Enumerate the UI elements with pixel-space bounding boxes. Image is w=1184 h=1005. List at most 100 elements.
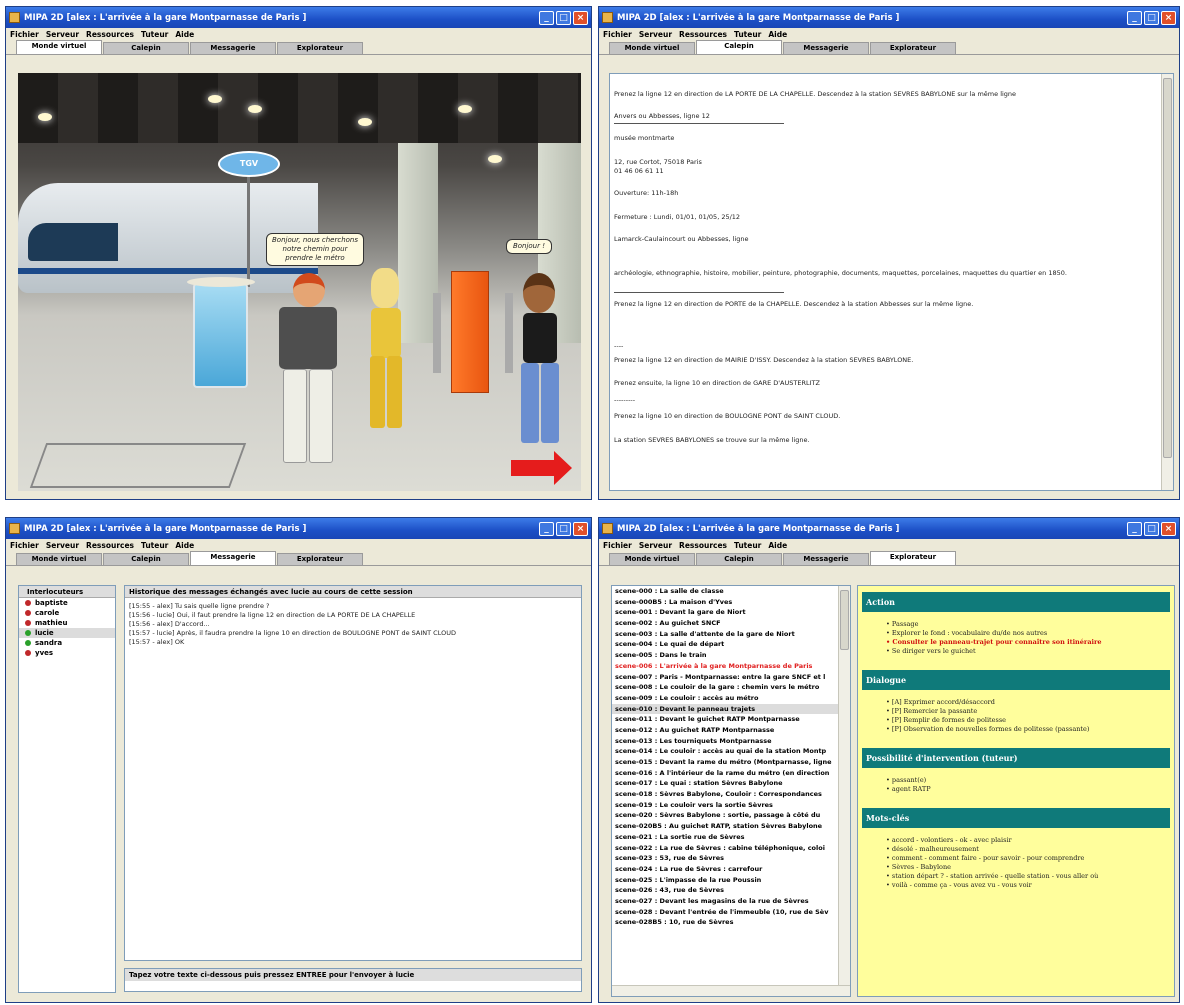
scene-list-item[interactable]: scene-012 : Au guichet RATP Montparnasse <box>612 725 838 736</box>
tab-monde-virtuel[interactable]: Monde virtuel <box>16 40 102 54</box>
notebook-line: Fermeture : Lundi, 01/01, 01/05, 25/12 <box>614 213 741 221</box>
tab-messagerie[interactable]: Messagerie <box>190 551 276 565</box>
horizontal-scrollbar[interactable] <box>612 985 850 996</box>
scene-list-item[interactable]: scene-020 : Sèvres Babylone : sortie, pa… <box>612 810 838 821</box>
maximize-button[interactable]: □ <box>1144 10 1159 25</box>
scene-list-item[interactable]: scene-025 : L'impasse de la rue Poussin <box>612 875 838 886</box>
scene-list-item[interactable]: scene-009 : Le couloir : accès au métro <box>612 693 838 704</box>
scene-list-item[interactable]: scene-020B5 : Au guichet RATP, station S… <box>612 821 838 832</box>
tab-monde-virtuel[interactable]: Monde virtuel <box>609 42 695 54</box>
interlocutor-item[interactable]: mathieu <box>19 618 115 628</box>
virtual-world-scene[interactable]: TGV Bonjour, nous cherchons notre chemin… <box>18 73 581 491</box>
close-button[interactable]: × <box>1161 10 1176 25</box>
scene-list-item[interactable]: scene-028 : Devant l'entrée de l'immeubl… <box>612 907 838 918</box>
tab-monde-virtuel[interactable]: Monde virtuel <box>609 553 695 565</box>
scene-list-item[interactable]: scene-000B5 : La maison d'Yves <box>612 597 838 608</box>
menu-fichier[interactable]: Fichier <box>603 30 632 39</box>
minimize-button[interactable]: _ <box>539 521 554 536</box>
menu-ressources[interactable]: Ressources <box>86 30 134 39</box>
maximize-button[interactable]: □ <box>1144 521 1159 536</box>
menu-serveur[interactable]: Serveur <box>46 30 79 39</box>
notebook-line: --------- <box>614 396 636 404</box>
vertical-scrollbar[interactable] <box>838 586 850 996</box>
interlocutor-item[interactable]: sandra <box>19 638 115 648</box>
menu-aide[interactable]: Aide <box>175 541 194 550</box>
notebook-textarea[interactable]: Prenez la ligne 12 en direction de LA PO… <box>609 73 1174 491</box>
menu-tuteur[interactable]: Tuteur <box>141 541 168 550</box>
menu-tuteur[interactable]: Tuteur <box>734 541 761 550</box>
interlocutor-item[interactable]: yves <box>19 648 115 658</box>
scene-list-item[interactable]: scene-023 : 53, rue de Sèvres <box>612 853 838 864</box>
menu-tuteur[interactable]: Tuteur <box>734 30 761 39</box>
avatar-blonde-girl[interactable] <box>363 268 408 433</box>
scene-list-item[interactable]: scene-005 : Dans le train <box>612 650 838 661</box>
scene-list-item[interactable]: scene-028B5 : 10, rue de Sèvres <box>612 917 838 928</box>
menu-ressources[interactable]: Ressources <box>679 30 727 39</box>
close-button[interactable]: × <box>573 521 588 536</box>
scene-list-item[interactable]: scene-013 : Les tourniquets Montparnasse <box>612 736 838 747</box>
menu-tuteur[interactable]: Tuteur <box>141 30 168 39</box>
menu-aide[interactable]: Aide <box>175 30 194 39</box>
menu-serveur[interactable]: Serveur <box>46 541 79 550</box>
scene-list-item[interactable]: scene-014 : Le couloir : accès au quai d… <box>612 746 838 757</box>
scene-list-item[interactable]: scene-016 : A l'intérieur de la rame du … <box>612 768 838 779</box>
scene-list-item-current[interactable]: scene-006 : L'arrivée à la gare Montparn… <box>612 661 838 672</box>
scene-list-item[interactable]: scene-001 : Devant la gare de Niort <box>612 607 838 618</box>
minimize-button[interactable]: _ <box>1127 521 1142 536</box>
interlocutor-item[interactable]: baptiste <box>19 598 115 608</box>
scene-list-item[interactable]: scene-004 : Le quai de départ <box>612 639 838 650</box>
scene-list-item[interactable]: scene-011 : Devant le guichet RATP Montp… <box>612 714 838 725</box>
scene-list-item[interactable]: scene-002 : Au guichet SNCF <box>612 618 838 629</box>
minimize-button[interactable]: _ <box>1127 10 1142 25</box>
menu-aide[interactable]: Aide <box>768 541 787 550</box>
scene-list-item[interactable]: scene-003 : La salle d'attente de la gar… <box>612 629 838 640</box>
tab-calepin[interactable]: Calepin <box>696 553 782 565</box>
next-scene-arrow-icon[interactable] <box>511 451 572 485</box>
close-button[interactable]: × <box>573 10 588 25</box>
tab-messagerie[interactable]: Messagerie <box>190 42 276 54</box>
scene-list-item[interactable]: scene-007 : Paris - Montparnasse: entre … <box>612 672 838 683</box>
menu-serveur[interactable]: Serveur <box>639 541 672 550</box>
menu-ressources[interactable]: Ressources <box>679 541 727 550</box>
interlocutor-name: baptiste <box>35 599 68 607</box>
tab-explorateur[interactable]: Explorateur <box>277 42 363 54</box>
message-input[interactable]: Tapez votre texte ci-dessous puis presse… <box>124 968 582 992</box>
scene-list-item[interactable]: scene-019 : Le couloir vers la sortie Sè… <box>612 800 838 811</box>
maximize-button[interactable]: □ <box>556 521 571 536</box>
interlocutor-item[interactable]: carole <box>19 608 115 618</box>
window-title: MIPA 2D [alex : L'arrivée à la gare Mont… <box>617 12 900 23</box>
tab-messagerie[interactable]: Messagerie <box>783 42 869 54</box>
vertical-scrollbar[interactable] <box>1161 74 1173 490</box>
interlocutor-item-selected[interactable]: lucie <box>19 628 115 638</box>
menu-ressources[interactable]: Ressources <box>86 541 134 550</box>
tab-calepin[interactable]: Calepin <box>696 40 782 54</box>
menu-serveur[interactable]: Serveur <box>639 30 672 39</box>
scene-list-item[interactable]: scene-010 : Devant le panneau trajets <box>612 703 838 715</box>
tab-monde-virtuel[interactable]: Monde virtuel <box>16 553 102 565</box>
scene-list-item[interactable]: scene-018 : Sèvres Babylone, Couloir : C… <box>612 789 838 800</box>
menu-fichier[interactable]: Fichier <box>10 541 39 550</box>
scene-list-item[interactable]: scene-008 : Le couloir de la gare : chem… <box>612 682 838 693</box>
scene-list-item[interactable]: scene-026 : 43, rue de Sèvres <box>612 885 838 896</box>
scene-list-item[interactable]: scene-017 : Le quai : station Sèvres Bab… <box>612 778 838 789</box>
menu-fichier[interactable]: Fichier <box>10 30 39 39</box>
scene-list-item[interactable]: scene-024 : La rue de Sèvres : carrefour <box>612 864 838 875</box>
menu-fichier[interactable]: Fichier <box>603 541 632 550</box>
tab-explorateur[interactable]: Explorateur <box>870 42 956 54</box>
tab-calepin[interactable]: Calepin <box>103 42 189 54</box>
tab-explorateur[interactable]: Explorateur <box>870 551 956 565</box>
tab-explorateur[interactable]: Explorateur <box>277 553 363 565</box>
menu-aide[interactable]: Aide <box>768 30 787 39</box>
scene-list-item[interactable]: scene-022 : La rue de Sèvres : cabine té… <box>612 843 838 854</box>
scene-list-item[interactable]: scene-027 : Devant les magasins de la ru… <box>612 896 838 907</box>
scene-list-item[interactable]: scene-015 : Devant la rame du métro (Mon… <box>612 757 838 768</box>
avatar-boy[interactable] <box>273 273 343 468</box>
minimize-button[interactable]: _ <box>539 10 554 25</box>
scene-list-item[interactable]: scene-021 : La sortie rue de Sèvres <box>612 832 838 843</box>
avatar-dark-girl[interactable] <box>513 273 568 448</box>
maximize-button[interactable]: □ <box>556 10 571 25</box>
close-button[interactable]: × <box>1161 521 1176 536</box>
scene-list-item[interactable]: scene-000 : La salle de classe <box>612 586 838 597</box>
tab-calepin[interactable]: Calepin <box>103 553 189 565</box>
tab-messagerie[interactable]: Messagerie <box>783 553 869 565</box>
